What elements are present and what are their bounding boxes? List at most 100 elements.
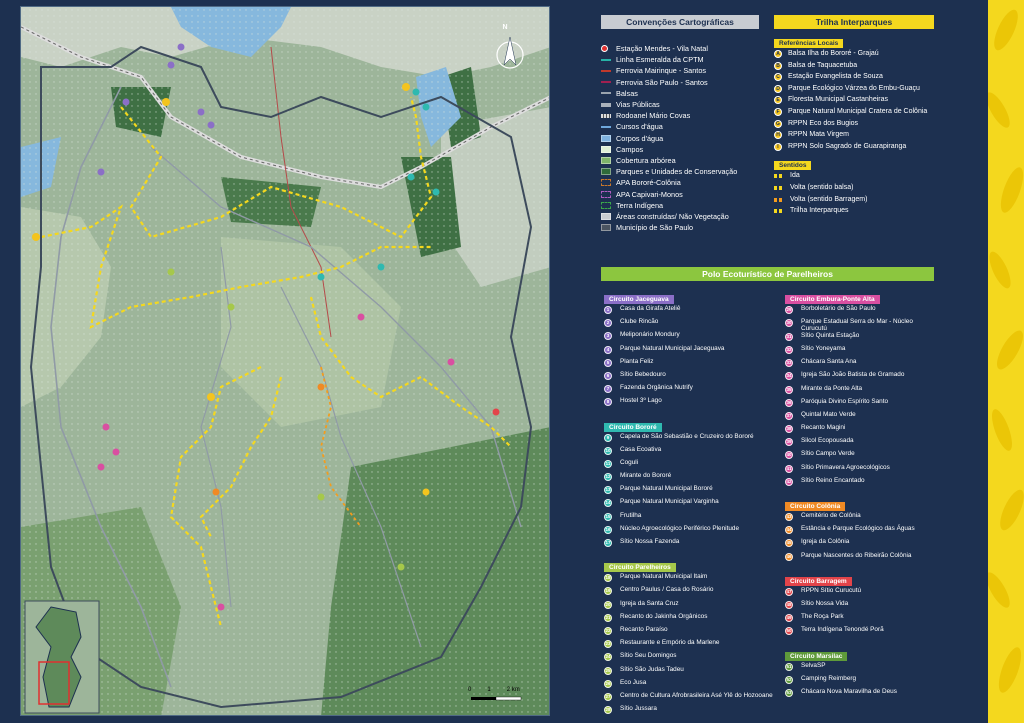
circuit-title: Circuito Colônia	[785, 502, 846, 512]
poi-marker-icon: 13	[604, 486, 612, 495]
legend-item: Ferrovia Mairinque - Santos	[601, 65, 759, 76]
legend-item-label: APA Bororé-Colônia	[616, 178, 681, 188]
legend-item: Áreas construídas/ Não Vegetação	[601, 211, 759, 222]
legend-item: Rodoanel Mário Covas	[601, 110, 759, 121]
legend-item: Município de São Paulo	[601, 222, 759, 233]
sentidos-list: Ida Volta (sentido balsa) Volta (sentido B…	[774, 172, 934, 218]
poi-label: Estância e Parque Ecológico das Águas	[801, 525, 915, 533]
poi-item[interactable]: 34 Igreja São João Batista de Gramado	[785, 372, 937, 385]
polo-panel: Polo Ecoturístico de Parelheiros	[601, 267, 934, 281]
legend-title: Convenções Cartográficas	[601, 15, 759, 29]
poi-item[interactable]: 31 Sítio Quinta Estação	[785, 332, 937, 346]
poi-item[interactable]: 14 Parque Natural Municipal Varginha	[604, 499, 780, 512]
poi-item[interactable]: 42 Sítio Reino Encantado	[785, 477, 937, 491]
poi-marker-icon: 33	[785, 359, 793, 368]
poi-marker-icon: 18	[604, 574, 612, 583]
poi-label: Núcleo Agroecológico Periférico Plenitud…	[620, 524, 740, 532]
circuit-block: Circuito Colônia 43 Cemitério de Colônia 44…	[785, 495, 937, 566]
ref-label: Estação Evangelista de Souza	[788, 73, 883, 81]
poi-label: RPPN Sítio Curucutú	[801, 586, 862, 594]
circuit-block: Circuito Bororé 9 Capela de São Sebastião …	[604, 416, 780, 553]
poi-item[interactable]: 5 Planta Feliz	[604, 358, 780, 372]
poi-label: Silcol Ecopousada	[801, 437, 854, 445]
poi-item[interactable]: 8 Hostel 3º Lago	[604, 398, 780, 411]
legend-item: APA Capivari-Monos	[601, 188, 759, 199]
poi-label: Parque Nascentes do Ribeirão Colônia	[801, 551, 912, 559]
poi-item[interactable]: 36 Paróquia Divino Espírito Santo	[785, 398, 937, 412]
legend-item-label: Linha Esmeralda da CPTM	[616, 55, 704, 65]
poi-marker-icon: 21	[604, 613, 612, 622]
ref-label: Floresta Municipal Castanheiras	[788, 96, 888, 104]
poi-item[interactable]: 41 Sítio Primavera Agroecológicos	[785, 463, 937, 478]
poi-item[interactable]: 46 Parque Nascentes do Ribeirão Colônia	[785, 551, 937, 566]
poi-item[interactable]: 45 Igreja da Colônia	[785, 539, 937, 552]
poi-label: Hostel 3º Lago	[620, 397, 662, 405]
poi-label: Sítio Nossa Vida	[801, 599, 849, 607]
legend-item-label: Corpos d'água	[616, 133, 664, 143]
poi-item[interactable]: 35 Mirante da Ponte Alta	[785, 384, 937, 399]
legend-symbol-icon	[601, 156, 611, 164]
poi-item[interactable]: 26 Eco Jusa	[604, 679, 780, 693]
ref-marker-icon: I	[774, 142, 782, 151]
legend-item-label: Cobertura arbórea	[616, 155, 676, 165]
poi-item[interactable]: 24 Sítio Seu Domingos	[604, 653, 780, 666]
poi-label: Parque Natural Municipal Varginha	[620, 498, 719, 506]
poi-item[interactable]: 9 Capela de São Sebastião e Cruzeiro do B…	[604, 432, 780, 447]
ref-marker-icon: B	[774, 61, 782, 70]
poi-label: Borboletário de São Paulo	[801, 305, 876, 312]
poi-item[interactable]: 30 Parque Estadual Serra do Mar - Núcleo …	[785, 318, 937, 333]
legend-symbol-icon	[601, 81, 611, 84]
poi-item[interactable]: 17 Sítio Nossa Fazenda	[604, 538, 780, 552]
poi-item[interactable]: 47 RPPN Sítio Curucutú	[785, 586, 937, 601]
poi-label: SelvaSP	[801, 661, 826, 669]
ref-item: E Floresta Municipal Castanheiras	[774, 96, 934, 108]
poi-item[interactable]: 20 Igreja da Santa Cruz	[604, 600, 780, 614]
poi-marker-icon: 53	[785, 688, 793, 697]
sentido-arrow-icon	[774, 185, 784, 190]
poi-item[interactable]: 52 Camping Reimberg	[785, 675, 937, 689]
legend-item: Campos	[601, 144, 759, 155]
poi-item[interactable]: 28 Sítio Jussara	[604, 705, 780, 719]
poi-label: The Roça Park	[801, 613, 844, 621]
poi-item[interactable]: 25 Sítio São Judas Tadeu	[604, 666, 780, 680]
scale-labels: 0 1 2 km	[468, 687, 520, 693]
north-label: N	[502, 24, 508, 31]
sentido-item: Trilha Interparques	[774, 207, 934, 219]
poi-item[interactable]: 21 Recanto do Jakinha Orgânicos	[604, 613, 780, 627]
poi-label: Sítio Bebedouro	[620, 370, 666, 378]
poi-label: Mirante da Ponte Alta	[801, 384, 863, 392]
trilha-panel: Trilha Interparques Referências Locais A…	[774, 15, 934, 219]
poi-item[interactable]: 51 SelvaSP	[785, 661, 937, 676]
legend-symbol-icon	[601, 145, 611, 153]
poi-marker-icon: 8	[604, 398, 612, 407]
ref-marker-icon: C	[774, 73, 782, 82]
legend-item: Terra Indígena	[601, 200, 759, 211]
poi-item[interactable]: 19 Centro Paulus / Casa do Rosário	[604, 587, 780, 600]
poi-item[interactable]: 40 Sítio Campo Verde	[785, 451, 937, 464]
poi-item[interactable]: 4 Parque Natural Municipal Jaceguava	[604, 345, 780, 359]
polo-right-column: Circuito Embura-Ponte Alta 29 Borboletário…	[785, 288, 937, 706]
circuit-block: Circuito Jaceguava 1 Casa da Girafa Ateliê…	[604, 288, 780, 412]
poi-marker-icon: 41	[785, 464, 793, 473]
poi-label: Capela de São Sebastião e Cruzeiro do Bo…	[620, 432, 754, 440]
poi-marker-icon: 52	[785, 675, 793, 684]
legend-item: Balsas	[601, 88, 759, 99]
legend-item-label: Vias Públicas	[616, 100, 660, 110]
poi-item[interactable]: 3 Meliponário Mondury	[604, 332, 780, 345]
poi-marker-icon: 12	[604, 473, 612, 482]
poi-label: Clube Rincão	[620, 318, 659, 326]
poi-item[interactable]: 15 Frutilha	[604, 512, 780, 526]
circuit-title: Circuito Barragem	[785, 576, 852, 586]
legend-symbol-icon	[601, 58, 611, 61]
poi-marker-icon: 25	[604, 666, 612, 675]
poi-marker-icon: 1	[604, 306, 612, 314]
poi-item[interactable]: 53 Chácara Nova Maravilha de Deus	[785, 688, 937, 702]
poi-item[interactable]: 10 Casa Ecoativa	[604, 446, 780, 460]
poi-label: Igreja da Colônia	[801, 538, 850, 546]
legend-item-label: Estação Mendes - Vila Natal	[616, 44, 708, 54]
poi-label: Sítio Primavera Agroecológicos	[801, 463, 890, 471]
map-panel[interactable]: N 0 1 2 km	[20, 6, 550, 716]
poi-item[interactable]: 50 Terra Indígena Tenondé Porã	[785, 627, 937, 640]
poi-label: Quintal Mato Verde	[801, 410, 856, 418]
legend-item-label: Balsas	[616, 88, 638, 98]
